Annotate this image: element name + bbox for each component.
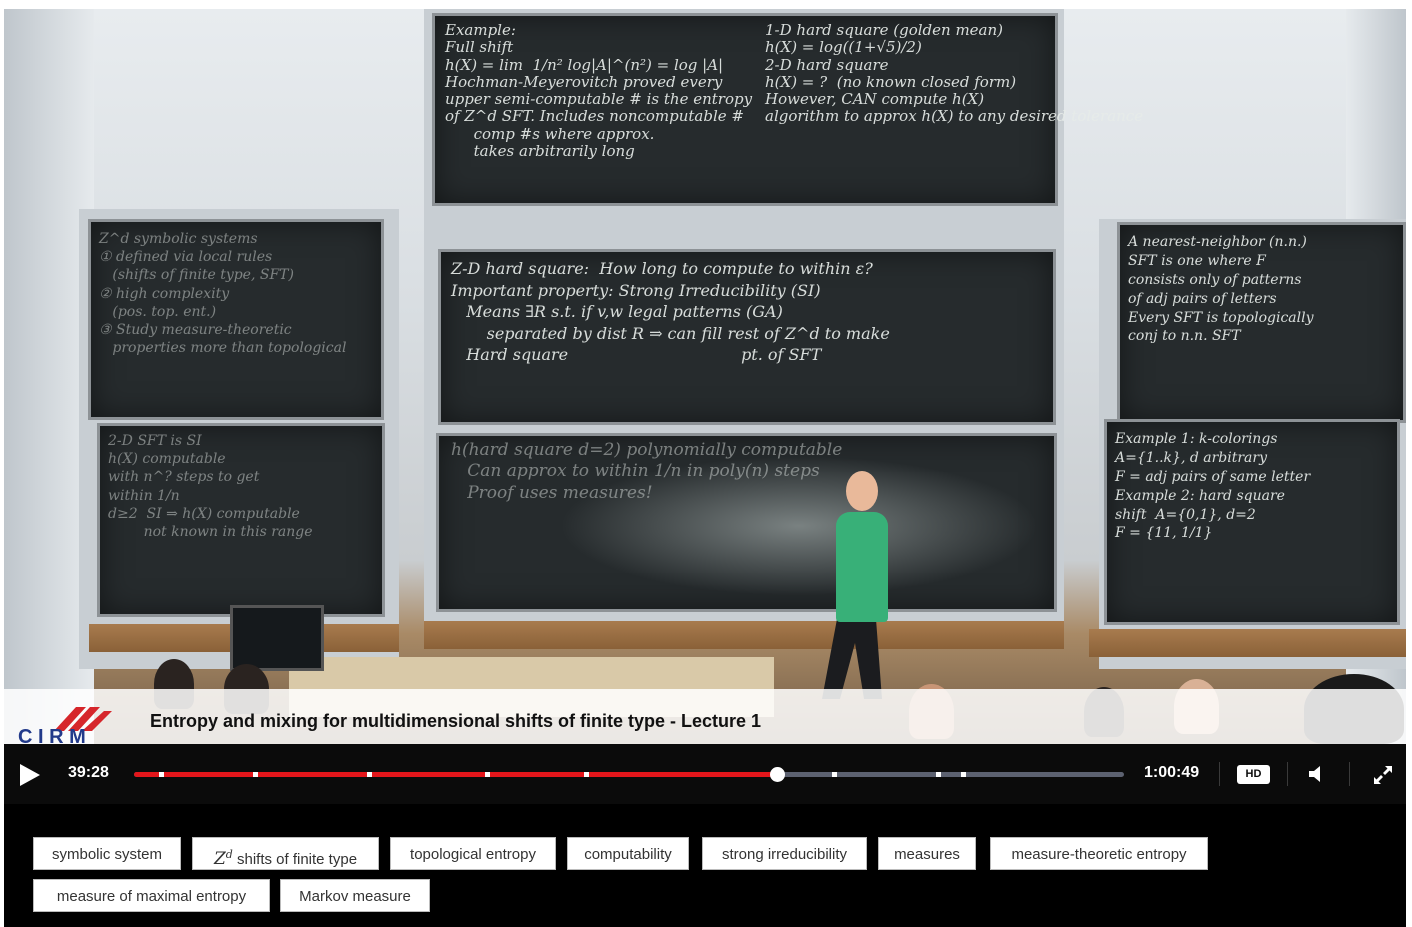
- video-player[interactable]: Example: Full shift h(X) = lim 1/n² log|…: [4, 9, 1406, 744]
- tag-measure-of-maximal-entropy[interactable]: measure of maximal entropy: [33, 879, 270, 912]
- tag-markov-measure[interactable]: Markov measure: [280, 879, 430, 912]
- chapter-marker[interactable]: [584, 772, 590, 777]
- blackboard-left-bottom: 2-D SFT is SI h(X) computable with n^? s…: [97, 423, 385, 617]
- blackboard-top-center: Example: Full shift h(X) = lim 1/n² log|…: [432, 13, 1143, 206]
- chapter-marker[interactable]: [831, 772, 837, 777]
- tag-measure-theoretic-entropy[interactable]: measure-theoretic entropy: [990, 837, 1208, 870]
- chapter-marker[interactable]: [366, 772, 372, 777]
- lecturer: [836, 512, 888, 622]
- board-text: Z^d symbolic systems ① defined via local…: [99, 231, 347, 357]
- tag-strong-irreducibility[interactable]: strong irreducibility: [702, 837, 867, 870]
- tag-topological-entropy[interactable]: topological entropy: [390, 837, 556, 870]
- seek-bar[interactable]: [134, 767, 1124, 782]
- board-text: A nearest-neighbor (n.n.) SFT is one whe…: [1128, 234, 1314, 345]
- board-text: Example: Full shift h(X) = lim 1/n² log|…: [445, 21, 753, 160]
- wood-ledge-center: [424, 621, 1064, 649]
- tag-symbolic-system[interactable]: symbolic system: [33, 837, 181, 870]
- wood-ledge-right: [1089, 629, 1406, 657]
- eraser-smudge: [559, 456, 1039, 596]
- tag-zd-shifts-of-finite-type[interactable]: Zd shifts of finite type: [192, 837, 379, 870]
- board-text: Z-D hard square: How long to compute to …: [451, 259, 890, 365]
- tag-computability[interactable]: computability: [567, 837, 689, 870]
- control-divider: [1219, 762, 1220, 786]
- video-title-overlay: C I R M Entropy and mixing for multidime…: [4, 689, 1406, 744]
- current-time: 39:28: [68, 764, 109, 781]
- board-text: Example 1: k-colorings A={1..k}, d arbit…: [1115, 431, 1311, 542]
- control-divider: [1287, 762, 1288, 786]
- blackboard-right-bottom: Example 1: k-colorings A={1..k}, d arbit…: [1104, 419, 1400, 625]
- total-duration: 1:00:49: [1144, 764, 1200, 781]
- desk-monitor: [230, 605, 324, 671]
- video-title: Entropy and mixing for multidimensional …: [150, 711, 762, 731]
- tag-measures[interactable]: measures: [878, 837, 976, 870]
- lecturer-head: [846, 471, 878, 511]
- hd-quality-button[interactable]: HD: [1237, 765, 1270, 784]
- board-text: 2-D SFT is SI h(X) computable with n^? s…: [108, 433, 313, 540]
- chapter-marker[interactable]: [252, 772, 258, 777]
- control-divider: [1349, 762, 1350, 786]
- video-control-bar: 39:28 1:00:49 HD: [4, 744, 1406, 804]
- chapter-marker[interactable]: [960, 772, 966, 777]
- blackboard-left-top: Z^d symbolic systems ① defined via local…: [88, 219, 384, 420]
- cirm-logo-icon: C I R M: [18, 707, 112, 744]
- keyword-tags: symbolic system Zd shifts of finite type…: [4, 804, 1406, 927]
- tag-label: shifts of finite type: [232, 851, 358, 868]
- seek-bar-progress: [134, 772, 777, 777]
- fullscreen-icon[interactable]: [1372, 764, 1394, 786]
- volume-icon[interactable]: [1306, 763, 1326, 785]
- blackboard-right-top: A nearest-neighbor (n.n.) SFT is one whe…: [1117, 222, 1406, 423]
- chapter-marker[interactable]: [935, 772, 941, 777]
- board-text: 1-D hard square (golden mean) h(X) = log…: [765, 21, 1144, 126]
- blackboard-bottom-center: h(hard square d=2) polynomially computab…: [436, 433, 1057, 612]
- chapter-marker[interactable]: [485, 772, 491, 777]
- tag-math-symbol: Z: [213, 849, 226, 869]
- chapter-marker[interactable]: [158, 772, 164, 777]
- seek-bar-handle[interactable]: [770, 767, 785, 782]
- tag-math-superscript: d: [225, 848, 233, 861]
- blackboard-middle-center: Z-D hard square: How long to compute to …: [438, 249, 1056, 425]
- play-icon[interactable]: [20, 764, 40, 786]
- svg-text:C I R M: C I R M: [18, 726, 86, 744]
